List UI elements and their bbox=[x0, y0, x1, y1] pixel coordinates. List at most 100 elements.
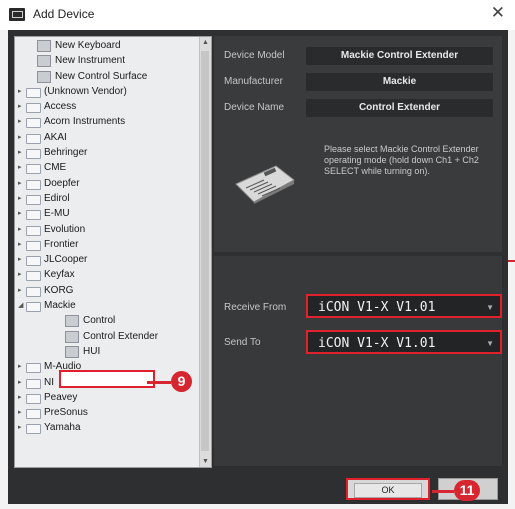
folder-icon bbox=[26, 271, 41, 282]
collapsed-arrow-icon[interactable]: ▸ bbox=[18, 84, 22, 99]
tree-item[interactable]: ▸ CME bbox=[15, 160, 199, 175]
folder-icon bbox=[26, 302, 41, 313]
folder-icon bbox=[26, 409, 41, 420]
collapsed-arrow-icon[interactable]: ▸ bbox=[18, 206, 22, 221]
folder-icon bbox=[26, 240, 41, 251]
tree-item-label: M-Audio bbox=[44, 361, 82, 373]
tree-item-selected[interactable]: Control Extender bbox=[15, 329, 199, 344]
tree-item[interactable]: ▸ Behringer bbox=[15, 145, 199, 160]
tree-item-label: New Keyboard bbox=[55, 40, 121, 51]
tree-item-label: HUI bbox=[83, 345, 101, 357]
tree-item-label: AKAI bbox=[44, 131, 67, 143]
tree-item[interactable]: ▸ Doepfer bbox=[15, 176, 199, 191]
receive-from-value: iCON V1-X V1.01 bbox=[318, 300, 436, 315]
tree-item-label: Mackie bbox=[44, 300, 76, 312]
folder-icon bbox=[26, 87, 41, 98]
folder-icon bbox=[26, 164, 41, 175]
collapsed-arrow-icon[interactable]: ▸ bbox=[18, 359, 22, 374]
ok-button[interactable]: OK bbox=[346, 478, 430, 500]
tree-item-label: New Control Surface bbox=[55, 70, 148, 82]
tree-item-label: Peavey bbox=[44, 391, 78, 403]
send-to-value: iCON V1-X V1.01 bbox=[318, 336, 436, 351]
collapsed-arrow-icon[interactable]: ▸ bbox=[18, 222, 22, 237]
tree-item-label: Doepfer bbox=[44, 177, 80, 189]
scroll-down-icon[interactable]: ▼ bbox=[202, 458, 209, 465]
tree-item-label: Behringer bbox=[44, 147, 88, 159]
tree-item-label: JLCooper bbox=[44, 254, 88, 266]
tree-item[interactable]: New Control Surface bbox=[15, 69, 199, 84]
collapsed-arrow-icon[interactable]: ▸ bbox=[18, 283, 22, 298]
tree-item[interactable]: ▸ Acorn Instruments bbox=[15, 114, 199, 129]
tree-item[interactable]: ▸ Edirol bbox=[15, 191, 199, 206]
collapsed-arrow-icon[interactable]: ▸ bbox=[18, 237, 22, 252]
device-description: Please select Mackie Control Extender op… bbox=[324, 144, 479, 176]
expanded-arrow-icon[interactable]: ◢ bbox=[18, 298, 23, 313]
collapsed-arrow-icon[interactable]: ▸ bbox=[18, 114, 22, 129]
tree-item-label: Keyfax bbox=[44, 269, 75, 281]
scroll-up-icon[interactable]: ▲ bbox=[202, 39, 209, 46]
device-tree[interactable]: New Keyboard New Instrument New Control Su… bbox=[14, 36, 212, 468]
tree-item[interactable]: ▸ AKAI bbox=[15, 130, 199, 145]
folder-icon bbox=[26, 149, 41, 160]
collapsed-arrow-icon[interactable]: ▸ bbox=[18, 160, 22, 175]
collapsed-arrow-icon[interactable]: ▸ bbox=[18, 375, 22, 390]
midi-ports-panel: Receive From iCON V1-X V1.01 ▼ Send To i… bbox=[214, 256, 502, 466]
device-icon bbox=[65, 330, 79, 343]
tree-item[interactable]: ▸ Evolution bbox=[15, 222, 199, 237]
collapsed-arrow-icon[interactable]: ▸ bbox=[18, 176, 22, 191]
device-info-panel: Device Model Mackie Control Extender Man… bbox=[214, 36, 502, 252]
step-11-badge: 11 bbox=[454, 480, 480, 501]
collapsed-arrow-icon[interactable]: ▸ bbox=[18, 99, 22, 114]
folder-icon bbox=[26, 103, 41, 114]
tree-item[interactable]: ▸ Access bbox=[15, 99, 199, 114]
tree-item[interactable]: Control bbox=[15, 313, 199, 328]
tree-item[interactable]: ▸ NI bbox=[15, 375, 199, 390]
tree-item[interactable]: ▸ M-Audio bbox=[15, 359, 199, 374]
device-name-label: Device Name bbox=[224, 102, 285, 113]
tree-item[interactable]: New Keyboard bbox=[15, 38, 199, 53]
tree-item[interactable]: ▸ KORG bbox=[15, 283, 199, 298]
app-icon bbox=[9, 8, 25, 21]
tree-scrollbar[interactable]: ▲ ▼ bbox=[199, 37, 211, 467]
tree-item-label: Frontier bbox=[44, 238, 79, 250]
device-icon bbox=[37, 40, 51, 52]
tree-item[interactable]: ▸ E-MU bbox=[15, 206, 199, 221]
tree-item-label: CME bbox=[44, 162, 67, 174]
folder-icon bbox=[26, 225, 41, 236]
device-model-field: Mackie Control Extender bbox=[306, 47, 493, 65]
tree-item[interactable]: ▸ Keyfax bbox=[15, 267, 199, 282]
collapsed-arrow-icon[interactable]: ▸ bbox=[18, 191, 22, 206]
send-to-label: Send To bbox=[224, 337, 261, 348]
send-to-select[interactable]: iCON V1-X V1.01 ▼ bbox=[306, 330, 502, 354]
collapsed-arrow-icon[interactable]: ▸ bbox=[18, 390, 22, 405]
folder-icon bbox=[26, 363, 41, 374]
collapsed-arrow-icon[interactable]: ▸ bbox=[18, 267, 22, 282]
tree-item[interactable]: New Instrument bbox=[15, 53, 199, 68]
collapsed-arrow-icon[interactable]: ▸ bbox=[18, 405, 22, 420]
device-name-field[interactable]: Control Extender bbox=[306, 99, 493, 117]
tree-item[interactable]: ▸ (Unknown Vendor) bbox=[15, 84, 199, 99]
tree-item[interactable]: ▸ Yamaha bbox=[15, 420, 199, 435]
collapsed-arrow-icon[interactable]: ▸ bbox=[18, 145, 22, 160]
collapsed-arrow-icon[interactable]: ▸ bbox=[18, 130, 22, 145]
close-icon[interactable]: ✕ bbox=[491, 3, 505, 23]
step-11-connector bbox=[432, 490, 454, 493]
tree-item[interactable]: ▸ Peavey bbox=[15, 390, 199, 405]
tree-item-label: KORG bbox=[44, 284, 74, 296]
tree-item-label: Control bbox=[83, 315, 116, 327]
tree-item[interactable]: ▸ Frontier bbox=[15, 237, 199, 252]
folder-icon bbox=[26, 194, 41, 205]
title-bar: Add Device ✕ bbox=[0, 0, 515, 30]
tree-item[interactable]: ▸ JLCooper bbox=[15, 252, 199, 267]
tree-item-label: New Instrument bbox=[55, 55, 126, 67]
collapsed-arrow-icon[interactable]: ▸ bbox=[18, 252, 22, 267]
add-device-dialog: Add Device ✕ New Keyboard New Instrument N… bbox=[0, 0, 515, 509]
dialog-body: New Keyboard New Instrument New Control Su… bbox=[8, 30, 508, 504]
tree-item[interactable]: ▸ PreSonus bbox=[15, 405, 199, 420]
scroll-thumb[interactable] bbox=[201, 51, 209, 451]
collapsed-arrow-icon[interactable]: ▸ bbox=[18, 420, 22, 435]
receive-from-select[interactable]: iCON V1-X V1.01 ▼ bbox=[306, 294, 502, 318]
tree-item[interactable]: ◢ Mackie bbox=[15, 298, 199, 313]
tree-item-label: PreSonus bbox=[44, 407, 88, 419]
tree-item[interactable]: HUI bbox=[15, 344, 199, 359]
